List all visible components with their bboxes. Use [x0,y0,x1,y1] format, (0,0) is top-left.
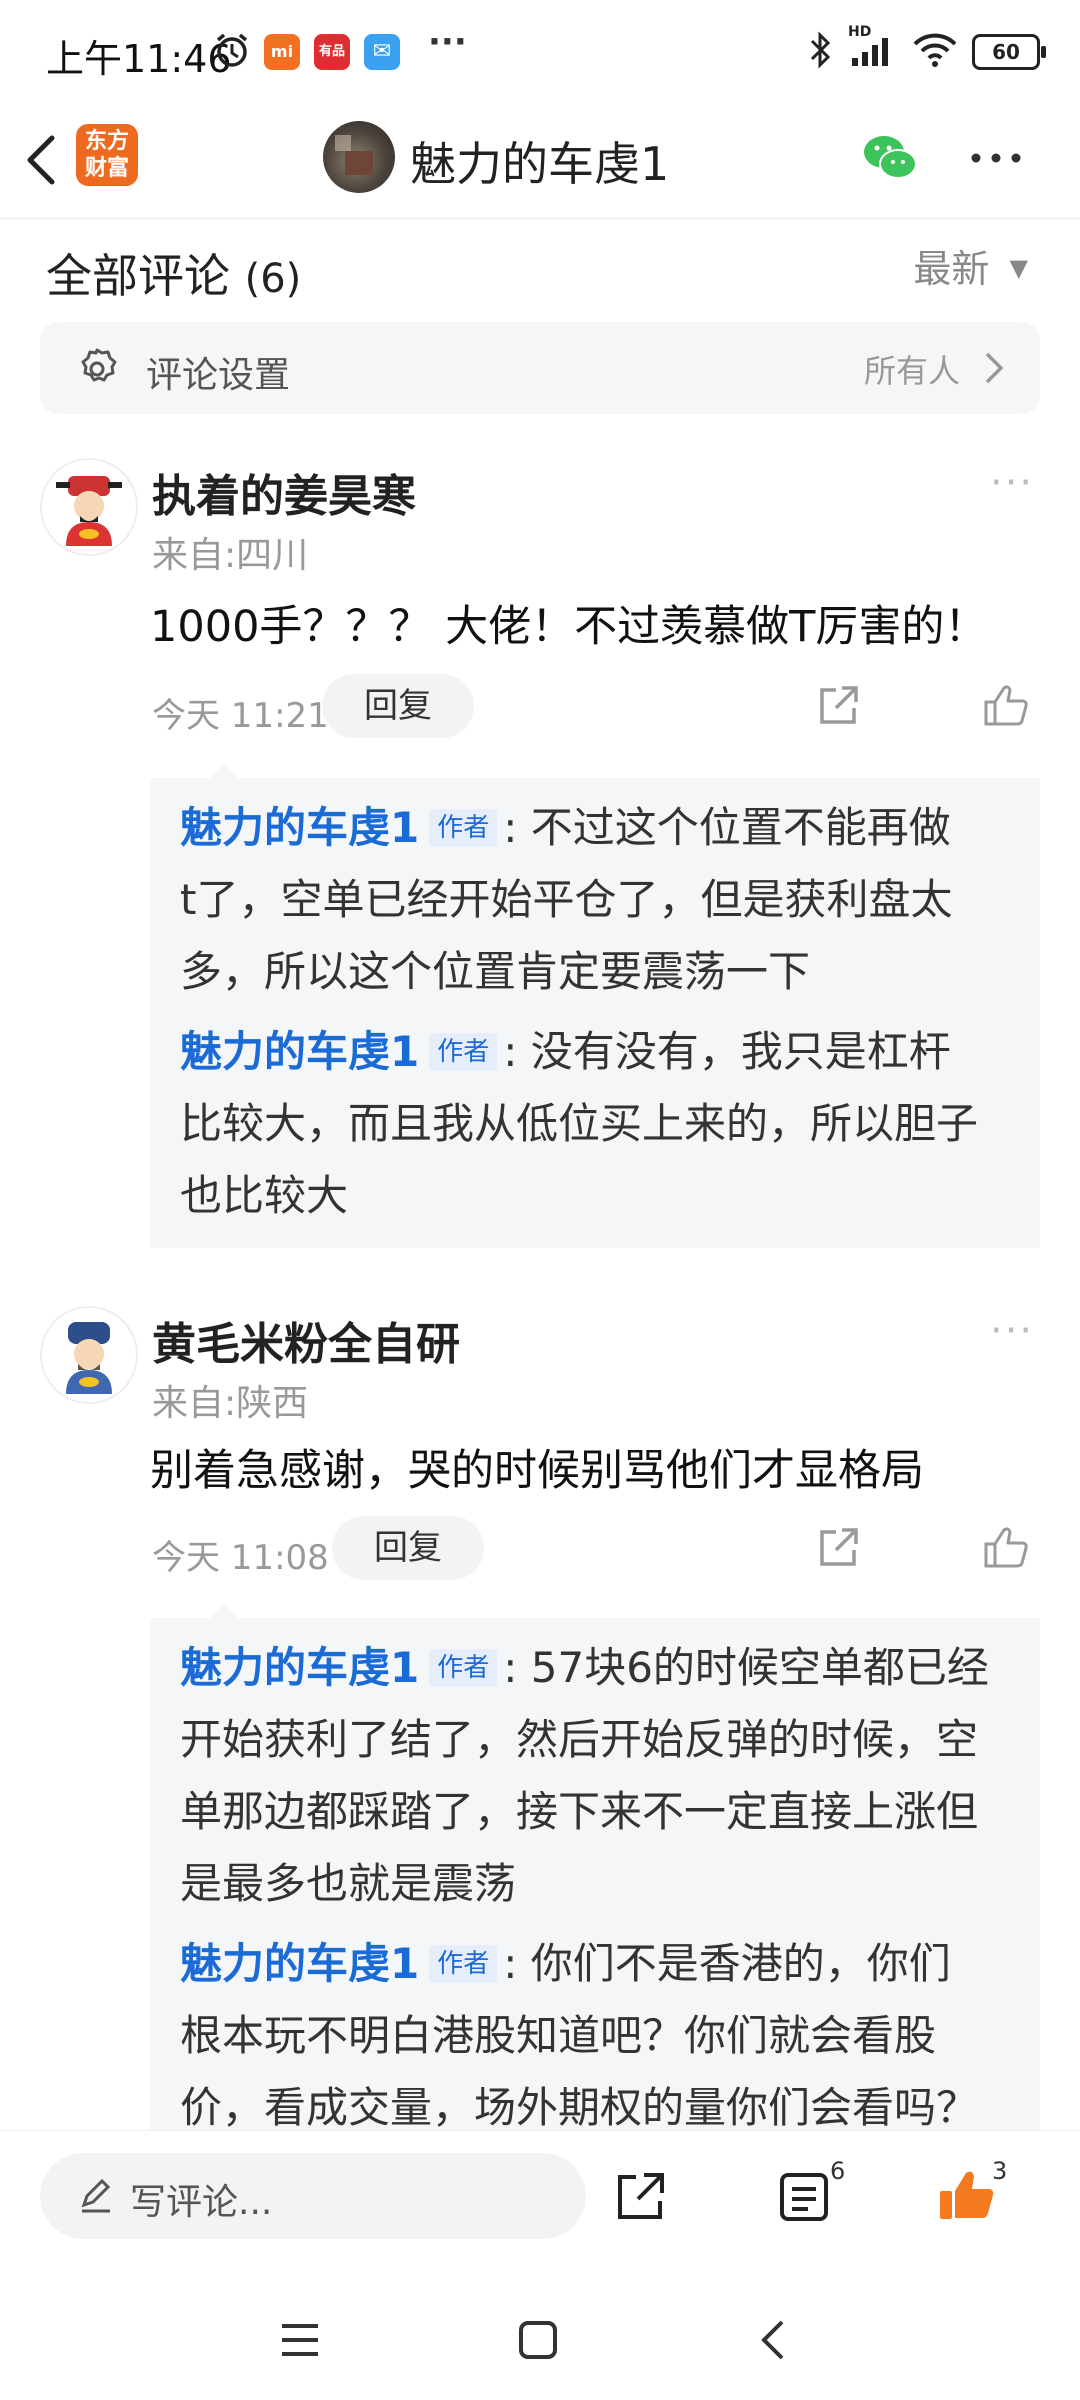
wechat-icon[interactable] [860,130,920,186]
comment-location: 来自:四川 [152,535,309,576]
page-title[interactable]: 魅力的车虔1 [410,128,669,194]
comments-count: (6) [244,256,302,302]
reply-item[interactable]: 魅力的车虔1 作者: 57块6的时候空单都已经 开始获利了结了，然后开始反弹的时候… [180,1632,1020,1920]
gear-icon [74,346,120,392]
status-bar: 上午11:46 mi 有品 ✉ ··· HD 60 [0,0,1080,100]
share-icon[interactable] [612,2169,668,2225]
reply-line: 多，所以这个位置肯定要震荡一下 [180,947,811,996]
reply-item[interactable]: 魅力的车虔1 作者: 你们不是香港的，你们 根本玩不明白港股知道吧？你们就会看股 … [180,1928,1020,2144]
author-tag: 作者 [429,1649,498,1687]
share-icon[interactable] [814,682,862,730]
comments-title: 全部评论 (6) [46,240,301,306]
back-icon[interactable] [752,2316,800,2364]
comment-count-badge: 6 [830,2157,846,2185]
system-nav-bar [0,2280,1080,2400]
settings-value: 所有人 [863,352,960,390]
settings-label: 评论设置 [146,355,291,396]
thumbs-up-icon[interactable] [982,1522,1032,1572]
reply-author[interactable]: 魅力的车虔1 [180,1027,419,1076]
avatar-photo [335,135,373,175]
battery-icon: 60 [972,34,1046,70]
comment-text: 别着急感谢，哭的时候别骂他们才显格局 [150,1446,924,1496]
app-logo[interactable]: 东方 财富 [76,124,138,186]
reply-line: 价，看成交量，场外期权的量你们会看吗？ [180,2083,979,2132]
reply-button[interactable]: 回复 [332,1516,484,1580]
reply-line: 单那边都踩踏了，接下来不一定直接上涨但 [180,1787,979,1836]
reply-line: 也比较大 [180,1171,349,1220]
reply-line: 开始获利了结了，然后开始反弹的时候，空 [180,1715,979,1764]
top-nav: 东方 财富 魅力的车虔1 [0,110,1080,219]
pencil-icon [76,2175,116,2215]
status-time: 上午11:46 [46,37,232,81]
wifi-icon [912,30,958,74]
comment-username[interactable]: 黄毛米粉全自研 [152,1308,460,1372]
reply-author[interactable]: 魅力的车虔1 [180,1643,419,1692]
sort-label: 最新 [913,247,990,291]
reply-author[interactable]: 魅力的车虔1 [180,1939,419,1988]
chevron-right-icon [982,348,1006,388]
reply-line: 是最多也就是震荡 [180,1859,517,1908]
reply-line: 比较大，而且我从低位买上来的，所以胆子 [180,1099,979,1148]
comment-username[interactable]: 执着的姜昊寒 [152,460,416,524]
reply-line: 根本玩不明白港股知道吧？你们就会看股 [180,2011,937,2060]
avatar[interactable] [40,458,138,556]
comment-time: 今天 11:21 [152,696,329,736]
caret-down-icon: ▼ [1009,254,1028,282]
comments-title-label: 全部评论 [46,249,230,303]
like-count-badge: 3 [992,2157,1008,2185]
comments-icon[interactable] [776,2169,832,2225]
more-icon[interactable] [968,138,1024,178]
reply-thread: 魅力的车虔1 作者: 57块6的时候空单都已经 开始获利了结了，然后开始反弹的时候… [150,1604,1040,2138]
mail-icon: ✉ [364,34,400,70]
bluetooth-icon [808,30,834,74]
comment-settings-row[interactable]: 评论设置 所有人 [40,322,1040,414]
back-icon[interactable] [18,130,68,190]
comment-location: 来自:陕西 [152,1383,309,1424]
reply-line: t了，空单已经开始平仓了，但是获利盘太 [180,875,953,924]
network-label: HD [848,24,872,40]
write-comment-placeholder: 写评论... [130,2182,273,2223]
comment-text: 1000手？？？ 大佬！不过羡慕做T厉害的！ [150,602,988,652]
comment-time: 今天 11:08 [152,1538,329,1578]
author-tag: 作者 [429,1945,498,1983]
reply-item[interactable]: 魅力的车虔1 作者: 不过这个位置不能再做 t了，空单已经开始平仓了，但是获利盘太… [180,792,1020,1008]
menu-icon[interactable] [276,2316,324,2364]
status-more: ··· [428,22,467,62]
avatar-caishen-icon [56,476,122,546]
reply-line: : 你们不是香港的，你们 [503,1939,951,1988]
avatar[interactable] [323,121,395,193]
write-comment-input[interactable]: 写评论... [40,2153,586,2239]
reply-line: : 不过这个位置不能再做 [503,803,951,852]
comment-more-icon[interactable]: ··· [990,1308,1034,1354]
reply-button[interactable]: 回复 [322,674,474,738]
avatar-character-icon [66,1322,112,1394]
bottom-action-bar: 写评论... 6 3 [0,2130,1080,2281]
avatar[interactable] [40,1306,138,1404]
status-right: HD 60 [808,24,1046,74]
thumbs-up-filled-icon[interactable] [936,2165,996,2225]
signal-icon: HD [848,24,898,74]
reply-line: : 57块6的时候空单都已经 [503,1643,989,1692]
mi-icon: mi [264,34,300,70]
youpin-icon: 有品 [314,34,350,70]
thumbs-up-icon[interactable] [982,680,1032,730]
home-icon[interactable] [514,2316,562,2364]
alarm-icon [212,30,252,70]
author-tag: 作者 [429,809,498,847]
author-tag: 作者 [429,1033,498,1071]
reply-thread: 魅力的车虔1 作者: 不过这个位置不能再做 t了，空单已经开始平仓了，但是获利盘太… [150,764,1040,1248]
comment-more-icon[interactable]: ··· [990,460,1034,506]
reply-line: : 没有没有，我只是杠杆 [503,1027,951,1076]
share-icon[interactable] [814,1524,862,1572]
reply-item[interactable]: 魅力的车虔1 作者: 没有没有，我只是杠杆 比较大，而且我从低位买上来的，所以胆子… [180,1016,1020,1232]
sort-dropdown[interactable]: 最新 ▼ [913,238,1028,293]
reply-author[interactable]: 魅力的车虔1 [180,803,419,852]
